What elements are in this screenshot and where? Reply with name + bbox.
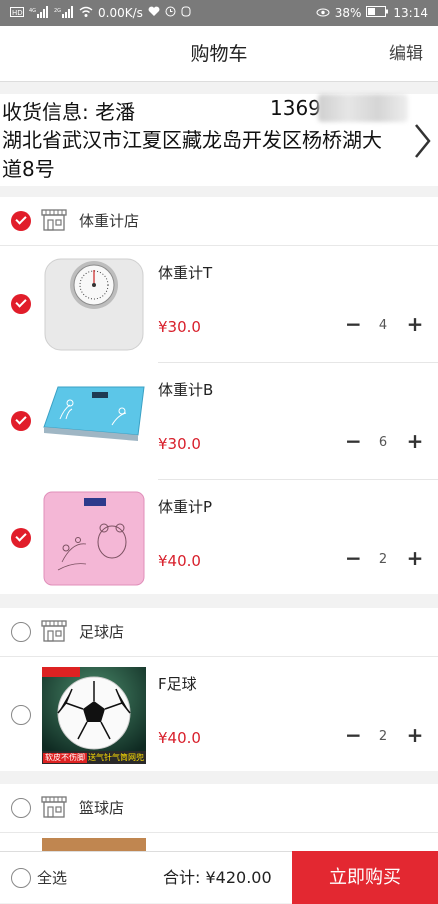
status-right: 38% 13:14 (316, 6, 428, 20)
signal-icon: 2G (54, 5, 74, 21)
quantity-increase-button[interactable]: + (406, 725, 424, 745)
shop-card: 体重计店 体重计T ¥30.0 − 4 + 体重计B ¥30.0 − 6 + 体… (0, 197, 438, 594)
net-speed: 0.00K/s (98, 6, 143, 20)
store-icon (41, 796, 67, 822)
edit-button[interactable]: 编辑 (389, 26, 423, 82)
quantity-value: 4 (378, 318, 388, 333)
product-name: F足球 (158, 675, 197, 693)
buy-now-button[interactable]: 立即购买 (292, 851, 438, 904)
quantity-value: 6 (378, 435, 388, 450)
quantity-value: 2 (378, 552, 388, 567)
item-checkbox[interactable] (11, 528, 31, 548)
select-all-checkbox[interactable] (11, 868, 31, 888)
clock-icon (165, 6, 176, 20)
hd-icon: HD (10, 6, 24, 20)
product-price: ¥40.0 (158, 729, 201, 747)
quantity-decrease-button[interactable]: − (345, 431, 362, 451)
shop-checkbox[interactable] (11, 211, 31, 231)
product-name: 体重计B (158, 381, 214, 399)
cart-item: 软皮不伤脚 送气针气筒网兜 F足球 ¥40.0 − 2 + (0, 657, 438, 774)
address-card[interactable]: 收货信息: 老潘 1369 湖北省武汉市江夏区藏龙岛开发区杨桥湖大道8号 (0, 94, 438, 186)
quantity-increase-button[interactable]: + (406, 431, 424, 451)
shop-card: 足球店 软皮不伤脚 送气针气筒网兜 F足球 ¥40.0 − 2 + (0, 608, 438, 771)
battery-percent: 38% (334, 6, 362, 20)
battery-icon (366, 6, 389, 20)
shop-header: 体重计店 (0, 197, 438, 246)
signal-icon: 4G (29, 5, 49, 21)
item-checkbox[interactable] (11, 705, 31, 725)
address-detail: 湖北省武汉市江夏区藏龙岛开发区杨桥湖大道8号 (2, 128, 382, 181)
product-name: 体重计P (158, 498, 213, 516)
shop-name: 体重计店 (79, 212, 140, 230)
cart-item: 体重计B ¥30.0 − 6 + (0, 363, 438, 480)
svg-text:2G: 2G (54, 8, 61, 14)
shop-name: 篮球店 (79, 799, 125, 817)
quantity-decrease-button[interactable]: − (345, 314, 362, 334)
total-label: 合计: (163, 868, 201, 887)
total-amount: 合计: ¥420.00 (163, 852, 272, 904)
total-value: ¥420.00 (205, 868, 272, 887)
quantity-increase-button[interactable]: + (406, 548, 424, 568)
product-image[interactable]: 软皮不伤脚 送气针气筒网兜 (42, 667, 146, 764)
page-title: 购物车 (190, 43, 248, 65)
item-checkbox[interactable] (11, 294, 31, 314)
cart-item: 体重计P ¥40.0 − 2 + (0, 480, 438, 597)
quantity-value: 2 (378, 729, 388, 744)
svg-text:HD: HD (12, 9, 23, 17)
eye-icon (316, 6, 330, 20)
notification-icon (181, 6, 191, 20)
store-icon (41, 209, 67, 235)
shop-header: 篮球店 (0, 784, 438, 833)
chevron-right-icon[interactable] (412, 122, 432, 164)
store-icon (41, 620, 67, 646)
header-bar: 购物车 编辑 (0, 26, 438, 82)
quantity-increase-button[interactable]: + (406, 314, 424, 334)
shop-card: 篮球店 (0, 784, 438, 851)
product-image[interactable] (42, 838, 146, 851)
status-left: HD 4G 2G 0.00K/s (10, 5, 191, 21)
product-image[interactable] (42, 373, 146, 470)
clock-time: 13:14 (393, 6, 428, 20)
shop-checkbox[interactable] (11, 622, 31, 642)
address-recipient: 收货信息: 老潘 1369 (2, 96, 321, 125)
quantity-decrease-button[interactable]: − (345, 548, 362, 568)
product-image[interactable] (42, 490, 146, 587)
shop-checkbox[interactable] (11, 798, 31, 818)
product-name: 体重计T (158, 264, 213, 282)
product-price: ¥30.0 (158, 318, 201, 336)
item-checkbox[interactable] (11, 411, 31, 431)
recipient-label: 收货信息: 老潘 (2, 100, 136, 124)
product-image[interactable] (42, 256, 146, 353)
status-bar: HD 4G 2G 0.00K/s 38% 13:14 (0, 0, 438, 26)
banner-right-text: 送气针气筒网兜 (88, 753, 144, 762)
checkout-bar: 全选 合计: ¥420.00 立即购买 (0, 851, 438, 904)
svg-text:4G: 4G (29, 8, 36, 14)
shop-name: 足球店 (79, 623, 125, 641)
quantity-decrease-button[interactable]: − (345, 725, 362, 745)
recipient-phone: 1369 (270, 96, 321, 120)
product-price: ¥40.0 (158, 552, 201, 570)
heart-icon (148, 6, 160, 20)
shop-header: 足球店 (0, 608, 438, 657)
banner-left-text: 软皮不伤脚 (43, 753, 87, 763)
phone-redaction (318, 94, 408, 122)
cart-item: 体重计T ¥30.0 − 4 + (0, 246, 438, 363)
wifi-icon (79, 6, 93, 21)
product-price: ¥30.0 (158, 435, 201, 453)
select-all-label[interactable]: 全选 (37, 852, 67, 904)
